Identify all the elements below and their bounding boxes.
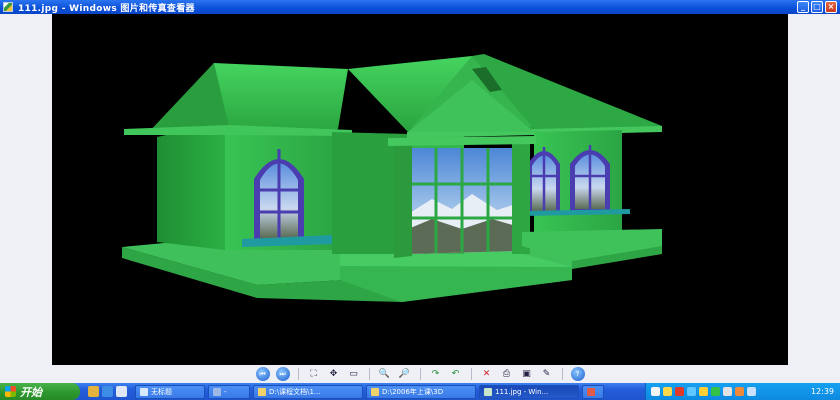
slideshow-button[interactable]: ▭	[347, 367, 361, 381]
toolbar-separator	[561, 368, 563, 380]
delete-button[interactable]: ✕	[480, 367, 494, 381]
task-button[interactable]: D:\2006年上课\3D	[366, 384, 476, 399]
maximize-button[interactable]: □	[811, 1, 823, 13]
edit-button[interactable]: ✎	[540, 367, 554, 381]
clock[interactable]: 12:39	[811, 387, 834, 396]
task-label: 111.jpg - Win...	[495, 387, 549, 396]
document-icon	[140, 387, 148, 396]
prev-icon: ⏮	[259, 369, 266, 378]
start-button[interactable]: 开始	[0, 383, 80, 400]
next-image-button[interactable]: ⏭	[275, 367, 290, 381]
toolbar-separator	[470, 368, 472, 380]
help-icon: ?	[575, 370, 580, 378]
task-label: D:\2006年上课\3D	[382, 387, 444, 396]
internet-explorer-icon[interactable]	[102, 386, 113, 397]
toolbar-separator	[297, 368, 299, 380]
close-button[interactable]: ×	[825, 1, 837, 13]
window-controls: _ □ ×	[797, 1, 837, 13]
zoom-out-icon: 🔎	[398, 369, 411, 379]
task-button[interactable]: D:\课程文档\1...	[253, 384, 363, 399]
folder-icon	[258, 387, 266, 396]
delete-icon: ✕	[482, 369, 491, 379]
title-bar[interactable]: 111.jpg - Windows 图片和传真查看器 _ □ ×	[0, 0, 840, 14]
image-viewer-icon	[484, 387, 492, 396]
task-button[interactable]: -	[208, 384, 250, 399]
taskbar: 开始 无标题 - D:\课程文档\1... D:\2006年上课\3D 111.…	[0, 383, 840, 400]
slideshow-icon: ▭	[349, 369, 358, 379]
best-fit-button[interactable]: ⛶	[307, 367, 321, 381]
quick-launch	[88, 386, 127, 397]
media-player-icon[interactable]	[116, 386, 127, 397]
task-label: 无标题	[151, 387, 172, 396]
messenger-icon[interactable]	[699, 387, 708, 396]
zoom-in-icon: 🔍	[378, 369, 391, 379]
screen: 111.jpg - Windows 图片和传真查看器 _ □ × ⏮ ⏭ ⛶ ✥…	[0, 0, 840, 400]
actual-size-button[interactable]: ✥	[327, 367, 341, 381]
edit-icon: ✎	[542, 369, 551, 379]
chat-icon[interactable]	[711, 387, 720, 396]
save-button[interactable]: ▣	[520, 367, 534, 381]
volume-icon[interactable]	[723, 387, 732, 396]
folder-icon	[371, 387, 379, 396]
help-tray-icon[interactable]	[663, 387, 672, 396]
rotate-counterclockwise-button[interactable]: ↶	[449, 367, 463, 381]
show-desktop-icon[interactable]	[88, 386, 99, 397]
start-label: 开始	[20, 385, 42, 399]
image-display	[52, 14, 788, 365]
actual-size-icon: ✥	[329, 369, 338, 379]
update-icon[interactable]	[735, 387, 744, 396]
viewer-toolbar: ⏮ ⏭ ⛶ ✥ ▭ 🔍 🔎 ↷ ↶ ✕ ⎙ ▣ ✎ ?	[0, 365, 840, 383]
task-button[interactable]	[582, 384, 604, 399]
window-title: 111.jpg - Windows 图片和传真查看器	[18, 3, 195, 14]
app-icon	[587, 387, 595, 396]
rotate-cw-icon: ↷	[431, 369, 440, 379]
toolbar-separator	[368, 368, 370, 380]
window-icon	[213, 387, 221, 396]
next-icon: ⏭	[279, 369, 286, 378]
display-icon[interactable]	[747, 387, 756, 396]
minimize-button[interactable]: _	[797, 1, 809, 13]
task-label: D:\课程文档\1...	[269, 387, 321, 396]
toolbar-separator	[419, 368, 421, 380]
system-tray: 12:39	[645, 383, 840, 400]
antivirus-icon[interactable]	[675, 387, 684, 396]
zoom-in-button[interactable]: 🔍	[378, 367, 392, 381]
task-buttons: 无标题 - D:\课程文档\1... D:\2006年上课\3D 111.jpg…	[135, 384, 604, 399]
task-button-active[interactable]: 111.jpg - Win...	[479, 384, 579, 399]
save-icon: ▣	[522, 369, 531, 379]
rotate-ccw-icon: ↶	[451, 369, 460, 379]
task-label: -	[224, 387, 227, 396]
best-fit-icon: ⛶	[310, 369, 317, 379]
house-image	[122, 54, 662, 302]
task-button[interactable]: 无标题	[135, 384, 205, 399]
help-button[interactable]: ?	[570, 367, 585, 381]
viewer-area	[0, 14, 840, 365]
keyboard-icon[interactable]	[651, 387, 660, 396]
rotate-clockwise-button[interactable]: ↷	[429, 367, 443, 381]
windows-logo-icon	[5, 386, 16, 397]
zoom-out-button[interactable]: 🔎	[398, 367, 412, 381]
print-icon: ⎙	[502, 369, 511, 379]
photo-viewer-app-icon[interactable]	[3, 2, 13, 12]
network-icon[interactable]	[687, 387, 696, 396]
previous-image-button[interactable]: ⏮	[255, 367, 270, 381]
print-button[interactable]: ⎙	[500, 367, 514, 381]
